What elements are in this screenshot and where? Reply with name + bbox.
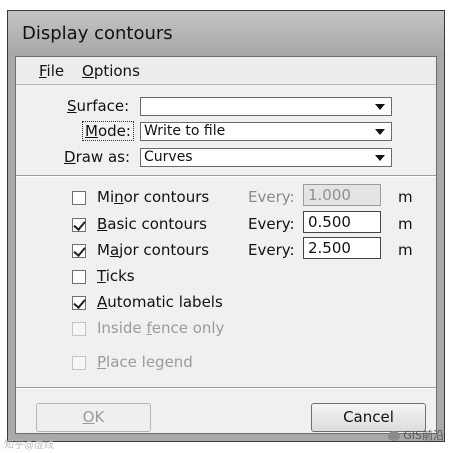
chevron-down-icon <box>375 155 385 161</box>
dialog-window: Display contours File Options Surface: M… <box>7 10 445 442</box>
window-title: Display contours <box>22 23 173 44</box>
chevron-down-icon <box>375 104 385 110</box>
draw-as-label: Draw as: <box>64 148 131 166</box>
minor-unit: m <box>398 188 413 206</box>
place-legend-checkbox[interactable] <box>72 356 86 370</box>
surface-label: Surface: <box>67 97 130 115</box>
chevron-down-icon <box>375 129 385 135</box>
draw-as-dropdown[interactable]: Curves <box>140 148 392 167</box>
ok-button[interactable]: OK <box>36 403 151 432</box>
checkmark-icon <box>73 296 86 309</box>
menu-file[interactable]: File <box>39 62 64 80</box>
checkmark-icon <box>73 218 86 231</box>
watermark-right: GIS前沿 <box>388 427 444 443</box>
menu-file-label: ile <box>46 62 65 80</box>
major-interval-field[interactable]: 2.500 <box>303 237 381 259</box>
checkmark-icon <box>73 244 86 257</box>
watermark-left: 知乎@虚线 <box>4 440 54 451</box>
menu-bar: File Options <box>16 57 436 85</box>
basic-unit: m <box>398 215 413 233</box>
menu-options[interactable]: Options <box>82 62 140 80</box>
ticks-label: Ticks <box>97 267 135 285</box>
divider <box>16 175 436 177</box>
ticks-checkbox[interactable] <box>72 270 86 284</box>
major-contours-label: Major contours <box>97 241 209 259</box>
title-bar[interactable]: Display contours <box>8 11 444 57</box>
mode-value: Write to file <box>144 123 226 139</box>
minor-interval-field[interactable]: 1.000 <box>303 184 381 206</box>
menu-file-mnemonic: F <box>39 62 47 80</box>
basic-every-label: Every: <box>248 215 295 233</box>
place-legend-label: Place legend <box>97 353 193 371</box>
dialog-body: File Options Surface: Mode: Write to fil… <box>15 56 437 434</box>
mode-label: Mode: <box>82 121 134 141</box>
draw-as-value: Curves <box>144 149 193 165</box>
surface-dropdown[interactable] <box>140 97 392 116</box>
inside-fence-checkbox[interactable] <box>72 322 86 336</box>
basic-contours-checkbox[interactable] <box>72 218 86 232</box>
menu-options-label: ptions <box>93 62 140 80</box>
divider <box>16 387 436 389</box>
minor-contours-label: Minor contours <box>97 188 210 206</box>
automatic-labels-checkbox[interactable] <box>72 296 86 310</box>
inside-fence-label: Inside fence only <box>97 319 225 337</box>
mode-dropdown[interactable]: Write to file <box>140 122 392 141</box>
basic-interval-field[interactable]: 0.500 <box>303 211 381 233</box>
wechat-icon <box>388 431 401 441</box>
basic-contours-label: Basic contours <box>97 215 207 233</box>
watermark-right-text: GIS前沿 <box>403 429 444 442</box>
major-contours-checkbox[interactable] <box>72 244 86 258</box>
minor-every-label: Every: <box>248 188 295 206</box>
automatic-labels-label: Automatic labels <box>97 293 223 311</box>
menu-options-mnemonic: O <box>82 62 94 80</box>
minor-contours-checkbox[interactable] <box>72 191 86 205</box>
major-every-label: Every: <box>248 241 295 259</box>
major-unit: m <box>398 241 413 259</box>
